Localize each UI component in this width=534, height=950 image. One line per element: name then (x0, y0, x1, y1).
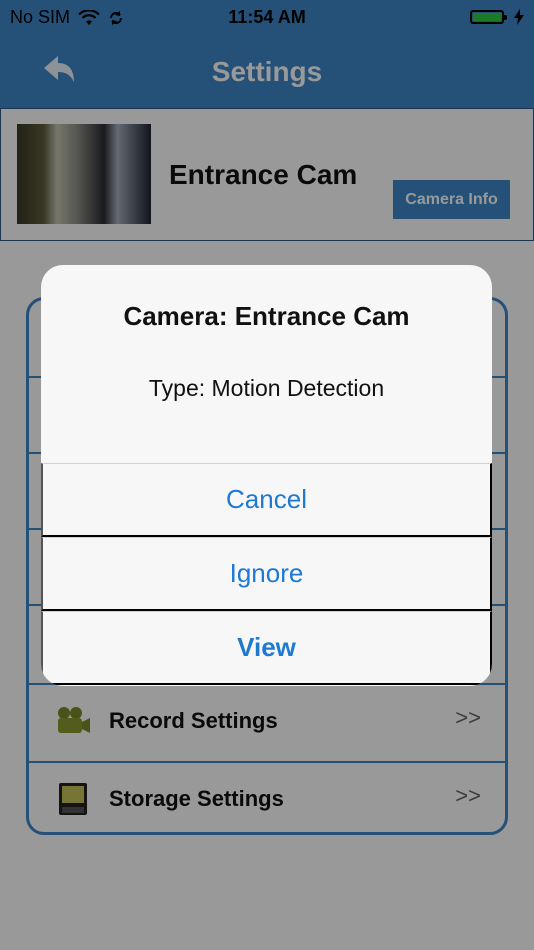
alert-message: Type: Motion Detection (148, 375, 385, 401)
view-button[interactable]: View (41, 611, 492, 685)
alert-dialog: Camera: Entrance Cam Type: Motion Detect… (41, 265, 492, 686)
cancel-button[interactable]: Cancel (41, 463, 492, 537)
ignore-button[interactable]: Ignore (41, 537, 492, 611)
alert-title: Camera: Entrance Cam (123, 301, 410, 331)
